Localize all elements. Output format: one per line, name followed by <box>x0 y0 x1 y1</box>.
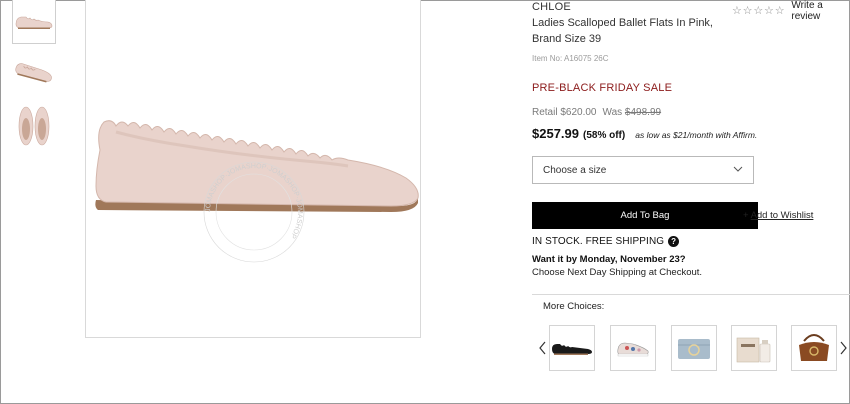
retail-price: Retail $620.00 <box>532 107 597 118</box>
wishlist-label[interactable]: Add to Wishlist <box>751 210 814 221</box>
more-choice-item[interactable] <box>610 325 656 371</box>
more-choices-label: More Choices: <box>543 301 605 312</box>
thumbnail-angle-view[interactable] <box>12 52 56 96</box>
thumbnail-side-view[interactable] <box>12 0 56 44</box>
add-to-wishlist-link[interactable]: + Add to Wishlist <box>743 210 813 221</box>
brand-name[interactable]: CHLOE <box>532 1 571 13</box>
more-choice-item[interactable] <box>549 325 595 371</box>
delivery-estimate: Want it by Monday, November 23? <box>532 254 686 265</box>
star-icon[interactable]: ☆ <box>775 5 786 17</box>
sale-price: $257.99 <box>532 126 579 141</box>
more-choice-item[interactable] <box>791 325 837 371</box>
discount-percent: (58% off) <box>583 130 626 141</box>
was-price-group: Was $498.99 <box>603 107 662 118</box>
chevron-left-icon[interactable] <box>539 341 547 355</box>
affirm-financing-link[interactable]: as low as $21/month with Affirm. <box>635 130 757 140</box>
perfume-box-image <box>736 337 771 363</box>
black-flat-image <box>552 344 592 355</box>
size-select-placeholder: Choose a size <box>543 164 607 176</box>
sneaker-image <box>617 342 649 357</box>
was-label: Was <box>602 107 623 118</box>
help-icon[interactable]: ? <box>668 236 680 247</box>
sale-banner: PRE-BLACK FRIDAY SALE <box>532 82 673 94</box>
star-icon[interactable]: ☆ <box>743 5 754 17</box>
more-choice-item[interactable] <box>731 325 777 371</box>
thumbnail-top-view[interactable] <box>12 104 56 148</box>
add-to-bag-button[interactable]: Add To Bag <box>532 202 758 229</box>
next-day-shipping-note: Choose Next Day Shipping at Checkout. <box>532 267 703 278</box>
stock-status-text: IN STOCK. FREE SHIPPING <box>532 236 665 247</box>
blue-bag-image <box>678 339 710 359</box>
stock-status: IN STOCK. FREE SHIPPING ? <box>532 236 680 247</box>
item-number: Item No: A16075 26C <box>532 54 609 63</box>
product-title: Ladies Scalloped Ballet Flats In Pink, B… <box>532 17 713 45</box>
star-icon[interactable]: ☆ <box>753 5 764 17</box>
rating-widget[interactable]: ☆ ☆ ☆ ☆ ☆ Write a review <box>732 0 850 22</box>
plus-icon: + <box>743 210 749 221</box>
main-product-image[interactable]: JOMASHOP·JOMASHOP·JOMASHOP·JOMASHOP <box>85 0 421 338</box>
write-review-link[interactable]: Write a review <box>791 0 850 22</box>
was-price: $498.99 <box>624 107 662 118</box>
size-select[interactable]: Choose a size <box>532 156 754 184</box>
current-price-row: $257.99 (58% off) as low as $21/month wi… <box>532 126 757 141</box>
star-icon[interactable]: ☆ <box>732 5 743 17</box>
star-icon[interactable]: ☆ <box>764 5 775 17</box>
chevron-down-icon <box>733 166 743 172</box>
thumbnail-column <box>12 0 56 156</box>
more-choice-item[interactable] <box>671 325 717 371</box>
section-divider <box>532 294 850 295</box>
reference-prices: Retail $620.00 Was $498.99 <box>532 107 661 118</box>
brown-bag-image <box>799 334 829 361</box>
more-choices-carousel <box>539 325 850 373</box>
chevron-right-icon[interactable] <box>839 341 847 355</box>
